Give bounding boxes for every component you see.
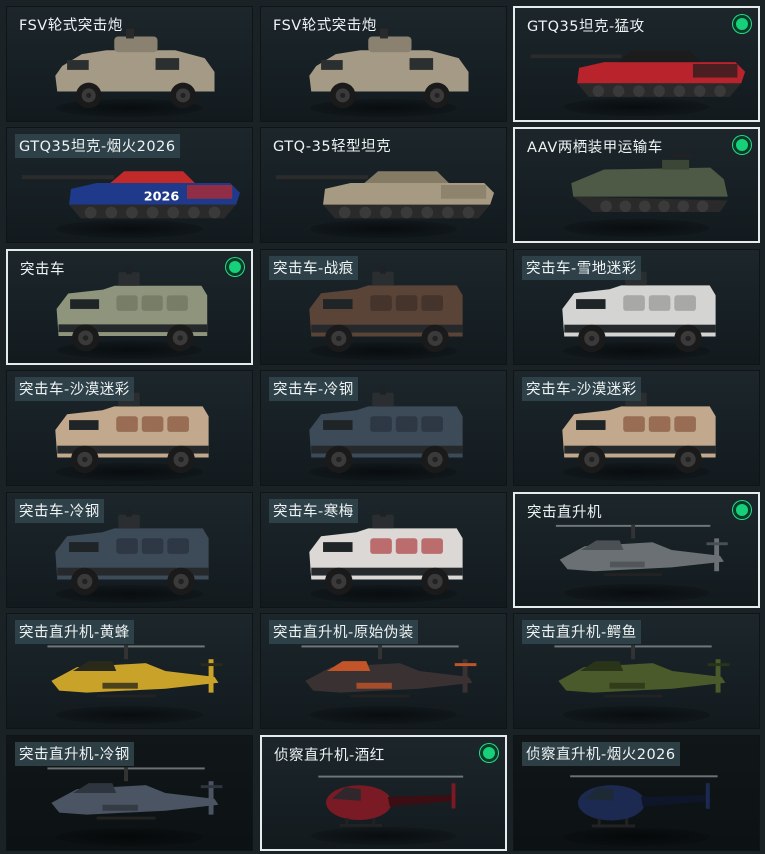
vehicle-illustration [570,775,718,828]
vehicle-skin-card[interactable]: 突击车 [6,249,253,365]
equipped-indicator-icon [733,15,751,33]
vehicle-skin-card[interactable]: 突击直升机-鳄鱼 [513,613,760,729]
vehicle-skin-name: 突击车-寒梅 [269,499,358,523]
vehicle-skin-card[interactable]: 突击车-战痕 [260,249,507,365]
vehicle-skin-card[interactable]: 侦察直升机-烟火2026 [513,735,760,851]
equipped-indicator-icon [480,744,498,762]
equipped-indicator-icon [733,501,751,519]
vehicle-skin-card[interactable]: GTQ35坦克-猛攻 [513,6,760,122]
vehicle-illustration [318,775,464,827]
vehicle-skin-name: 突击车-冷钢 [269,377,358,401]
vehicle-skin-card[interactable]: 突击直升机-原始伪装 [260,613,507,729]
vehicle-skin-name: 突击直升机-冷钢 [15,742,134,766]
vehicle-skin-card[interactable]: FSV轮式突击炮 [6,6,253,122]
vehicle-illustration [571,154,728,213]
vehicle-skin-name: 突击直升机-原始伪装 [269,620,418,644]
vehicle-skin-name: 突击车-雪地迷彩 [522,256,641,280]
vehicle-skin-name: 突击车 [20,262,65,278]
vehicle-skin-grid: FSV轮式突击炮 FSV轮式突击炮 GTQ35坦克-猛攻 2026 GTQ35坦克-烟火… [0,0,765,854]
vehicle-illustration [275,171,495,219]
vehicle-skin-card[interactable]: 突击车-沙漠迷彩 [513,370,760,486]
equipped-indicator-icon [733,136,751,154]
vehicle-skin-card[interactable]: GTQ-35轻型坦克 [260,127,507,243]
vehicle-skin-card[interactable]: 突击直升机-冷钢 [6,735,253,851]
vehicle-skin-name: 突击车-战痕 [269,256,358,280]
vehicle-skin-name: 突击直升机-鳄鱼 [522,620,641,644]
vehicle-skin-card[interactable]: 侦察直升机-酒红 [260,735,507,851]
vehicle-skin-name: GTQ35坦克-猛攻 [527,19,645,35]
vehicle-skin-name: 突击车-冷钢 [15,499,104,523]
vehicle-skin-name: 突击车-沙漠迷彩 [15,377,134,401]
vehicle-skin-name: AAV两栖装甲运输车 [527,140,663,156]
vehicle-skin-card[interactable]: 2026 GTQ35坦克-烟火2026 [6,127,253,243]
vehicle-skin-name: FSV轮式突击炮 [273,18,377,34]
vehicle-illustration [55,28,215,109]
vehicle-skin-card[interactable]: 突击车-雪地迷彩 [513,249,760,365]
vehicle-skin-name: 突击直升机-黄蜂 [15,620,134,644]
vehicle-illustration [47,645,223,698]
vehicle-illustration [47,767,223,820]
vehicle-skin-card[interactable]: 突击直升机 [513,492,760,608]
vehicle-illustration [56,266,208,352]
vehicle-skin-name: FSV轮式突击炮 [19,18,123,34]
vehicle-illustration [309,28,469,109]
vehicle-skin-card[interactable]: AAV两栖装甲运输车 [513,127,760,243]
vehicle-illustration [530,50,746,97]
vehicle-illustration: 2026 [21,171,241,219]
vehicle-skin-name: 侦察直升机-酒红 [274,748,385,764]
vehicle-skin-card[interactable]: 突击车-沙漠迷彩 [6,370,253,486]
vehicle-skin-name: 突击直升机 [527,505,602,521]
vehicle-illustration [555,524,728,577]
equipped-indicator-icon [226,258,244,276]
vehicle-illustration [554,645,730,698]
vehicle-illustration [301,645,477,698]
tank-decal-text: 2026 [144,190,180,205]
vehicle-skin-card[interactable]: FSV轮式突击炮 [260,6,507,122]
vehicle-skin-card[interactable]: 突击车-冷钢 [6,492,253,608]
vehicle-skin-card[interactable]: 突击车-冷钢 [260,370,507,486]
vehicle-skin-name: 侦察直升机-烟火2026 [522,742,680,766]
vehicle-skin-name: 突击车-沙漠迷彩 [522,377,641,401]
vehicle-skin-name: GTQ35坦克-烟火2026 [15,134,180,158]
vehicle-skin-card[interactable]: 突击直升机-黄蜂 [6,613,253,729]
vehicle-skin-name: GTQ-35轻型坦克 [273,139,392,155]
vehicle-skin-card[interactable]: 突击车-寒梅 [260,492,507,608]
